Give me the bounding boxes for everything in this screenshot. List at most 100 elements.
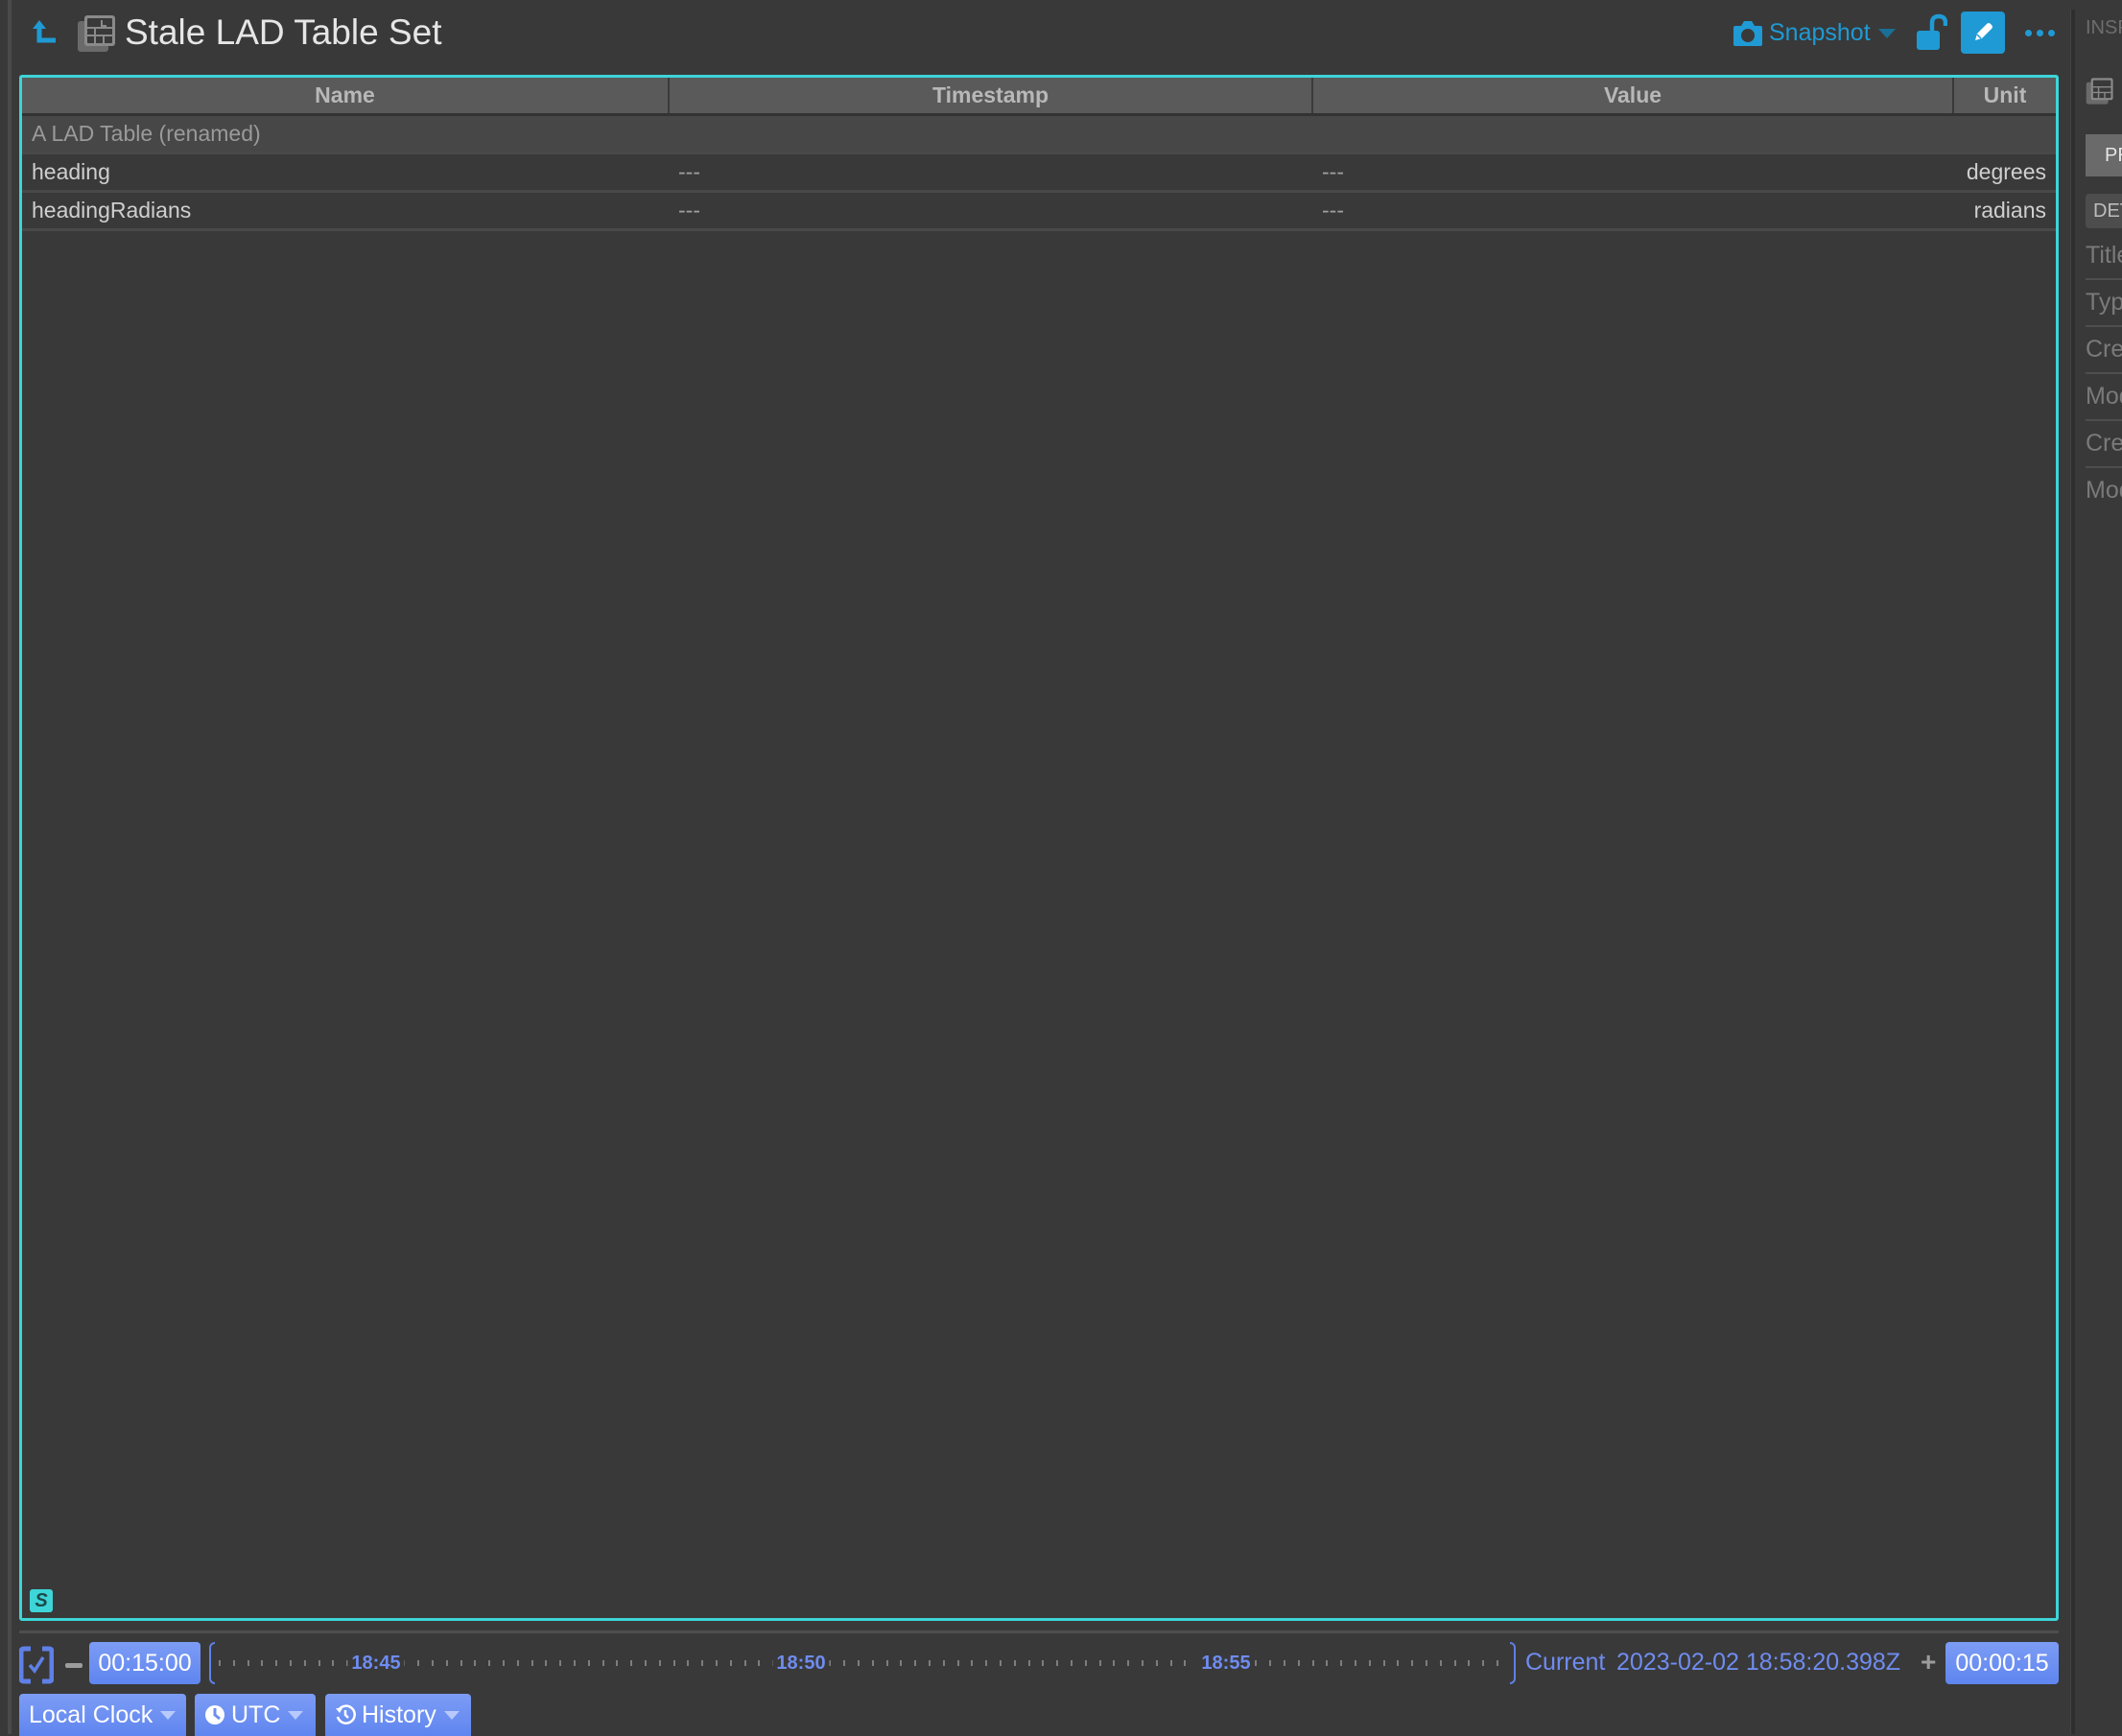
axis-tick bbox=[1482, 1660, 1484, 1666]
table-row[interactable]: heading --- --- degrees bbox=[22, 152, 2056, 193]
column-header-timestamp[interactable]: Timestamp bbox=[669, 78, 1313, 116]
history-menu-label: History bbox=[362, 1701, 436, 1728]
navigate-up-button[interactable] bbox=[25, 15, 59, 50]
axis-tick bbox=[318, 1660, 320, 1666]
axis-label: 18:55 bbox=[1197, 1650, 1255, 1677]
axis-tick bbox=[985, 1660, 987, 1666]
clock-icon bbox=[205, 1705, 224, 1724]
end-offset-input[interactable]: 00:00:15 bbox=[1945, 1642, 2059, 1684]
axis-tick bbox=[488, 1660, 490, 1666]
current-time-label: Current bbox=[1525, 1649, 1606, 1676]
axis-tick bbox=[659, 1660, 661, 1666]
history-icon bbox=[336, 1704, 356, 1724]
time-axis-start-bracket bbox=[209, 1642, 215, 1684]
axis-label: 18:45 bbox=[347, 1650, 405, 1677]
inspector-title: INSPECTOR bbox=[2086, 17, 2122, 38]
staleness-badge: S bbox=[30, 1589, 53, 1612]
arrow-up-left-icon bbox=[33, 20, 56, 43]
axis-tick bbox=[1071, 1660, 1073, 1666]
time-axis-end-bracket bbox=[1510, 1642, 1516, 1684]
axis-tick bbox=[233, 1660, 235, 1666]
chevron-down-icon bbox=[443, 1710, 460, 1720]
chevron-down-icon bbox=[160, 1710, 177, 1720]
timesystem-menu-button[interactable]: UTC bbox=[195, 1694, 316, 1736]
axis-tick bbox=[1298, 1660, 1300, 1666]
column-header-name[interactable]: Name bbox=[22, 78, 670, 116]
axis-tick bbox=[758, 1660, 760, 1666]
axis-tick bbox=[1056, 1660, 1058, 1666]
edit-button[interactable] bbox=[1961, 12, 2005, 54]
camera-icon bbox=[1733, 21, 1762, 46]
lad-table-set-view[interactable]: Name Timestamp Value Unit A LAD Table (r… bbox=[19, 75, 2059, 1621]
time-conductor-divider bbox=[19, 1630, 2059, 1633]
axis-tick bbox=[1184, 1660, 1186, 1666]
axis-tick bbox=[730, 1660, 732, 1666]
axis-tick bbox=[460, 1660, 462, 1666]
axis-tick bbox=[248, 1660, 249, 1666]
property-modified: Modified bbox=[2086, 477, 2122, 504]
start-offset-input[interactable]: 00:15:00 bbox=[89, 1642, 200, 1684]
clock-menu-button[interactable]: Local Clock bbox=[19, 1694, 186, 1736]
axis-tick bbox=[290, 1660, 292, 1666]
cell-timestamp: --- bbox=[669, 152, 1312, 193]
property-title: Title bbox=[2086, 232, 2122, 280]
axis-tick bbox=[1142, 1660, 1144, 1666]
column-header-unit[interactable]: Unit bbox=[1953, 78, 2056, 116]
inspector-resize-handle[interactable] bbox=[2070, 10, 2075, 1734]
axis-tick bbox=[1099, 1660, 1101, 1666]
axis-tick bbox=[517, 1660, 519, 1666]
group-label: A LAD Table (renamed) bbox=[22, 114, 2056, 154]
fixed-realtime-mode-toggle[interactable] bbox=[18, 1646, 55, 1684]
axis-tick bbox=[701, 1660, 703, 1666]
axis-tick bbox=[1085, 1660, 1087, 1666]
left-pane-edge bbox=[8, 0, 12, 1734]
history-menu-button[interactable]: History bbox=[325, 1694, 471, 1736]
axis-tick bbox=[474, 1660, 476, 1666]
axis-tick bbox=[1000, 1660, 1002, 1666]
realtime-bracket-icon bbox=[18, 1646, 55, 1684]
page-title: Stale LAD Table Set bbox=[125, 12, 442, 52]
more-options-button[interactable] bbox=[2020, 17, 2059, 48]
axis-tick bbox=[446, 1660, 448, 1666]
axis-tick bbox=[531, 1660, 533, 1666]
axis-tick bbox=[971, 1660, 973, 1666]
inspector-pane: INSPECTOR PROPERTIES DETAILS Title Type … bbox=[2086, 0, 2122, 1734]
tab-details[interactable]: DETAILS bbox=[2086, 194, 2122, 228]
axis-tick bbox=[886, 1660, 888, 1666]
axis-tick bbox=[503, 1660, 505, 1666]
lad-table-set-type-icon bbox=[2086, 77, 2114, 106]
tab-properties[interactable]: PROPERTIES bbox=[2086, 134, 2122, 176]
axis-tick bbox=[574, 1660, 576, 1666]
axis-tick bbox=[1454, 1660, 1456, 1666]
axis-tick bbox=[1397, 1660, 1399, 1666]
axis-tick bbox=[1355, 1660, 1356, 1666]
time-axis[interactable]: 18:45 18:50 18:55 bbox=[209, 1642, 1516, 1684]
plus-icon: + bbox=[1921, 1647, 1937, 1677]
axis-tick bbox=[1127, 1660, 1129, 1666]
chevron-down-icon bbox=[288, 1710, 304, 1720]
axis-tick bbox=[1255, 1660, 1257, 1666]
axis-tick bbox=[744, 1660, 746, 1666]
table-row[interactable]: headingRadians --- --- radians bbox=[22, 191, 2056, 231]
table-group-row[interactable]: A LAD Table (renamed) bbox=[22, 114, 2056, 154]
table-header-row: Name Timestamp Value Unit bbox=[22, 78, 2056, 116]
pencil-icon bbox=[1975, 23, 1992, 40]
snapshot-label: Snapshot bbox=[1769, 18, 1871, 46]
axis-tick bbox=[1113, 1660, 1115, 1666]
cell-value: --- bbox=[1312, 152, 1953, 193]
lad-table: Name Timestamp Value Unit A LAD Table (r… bbox=[22, 78, 2056, 231]
cell-unit: degrees bbox=[1953, 152, 2056, 193]
property-modified-by: Modified By bbox=[2086, 373, 2122, 421]
axis-tick bbox=[1426, 1660, 1427, 1666]
axis-tick bbox=[275, 1660, 277, 1666]
lock-toggle-button[interactable] bbox=[1915, 13, 1948, 52]
snapshot-button[interactable]: Snapshot bbox=[1733, 13, 1896, 52]
axis-tick bbox=[1340, 1660, 1342, 1666]
chevron-down-icon bbox=[1877, 29, 1896, 38]
axis-tick bbox=[1369, 1660, 1371, 1666]
axis-tick bbox=[843, 1660, 845, 1666]
axis-tick bbox=[261, 1660, 263, 1666]
column-header-value[interactable]: Value bbox=[1312, 78, 1954, 116]
axis-tick bbox=[957, 1660, 959, 1666]
timesystem-menu-label: UTC bbox=[231, 1701, 281, 1728]
